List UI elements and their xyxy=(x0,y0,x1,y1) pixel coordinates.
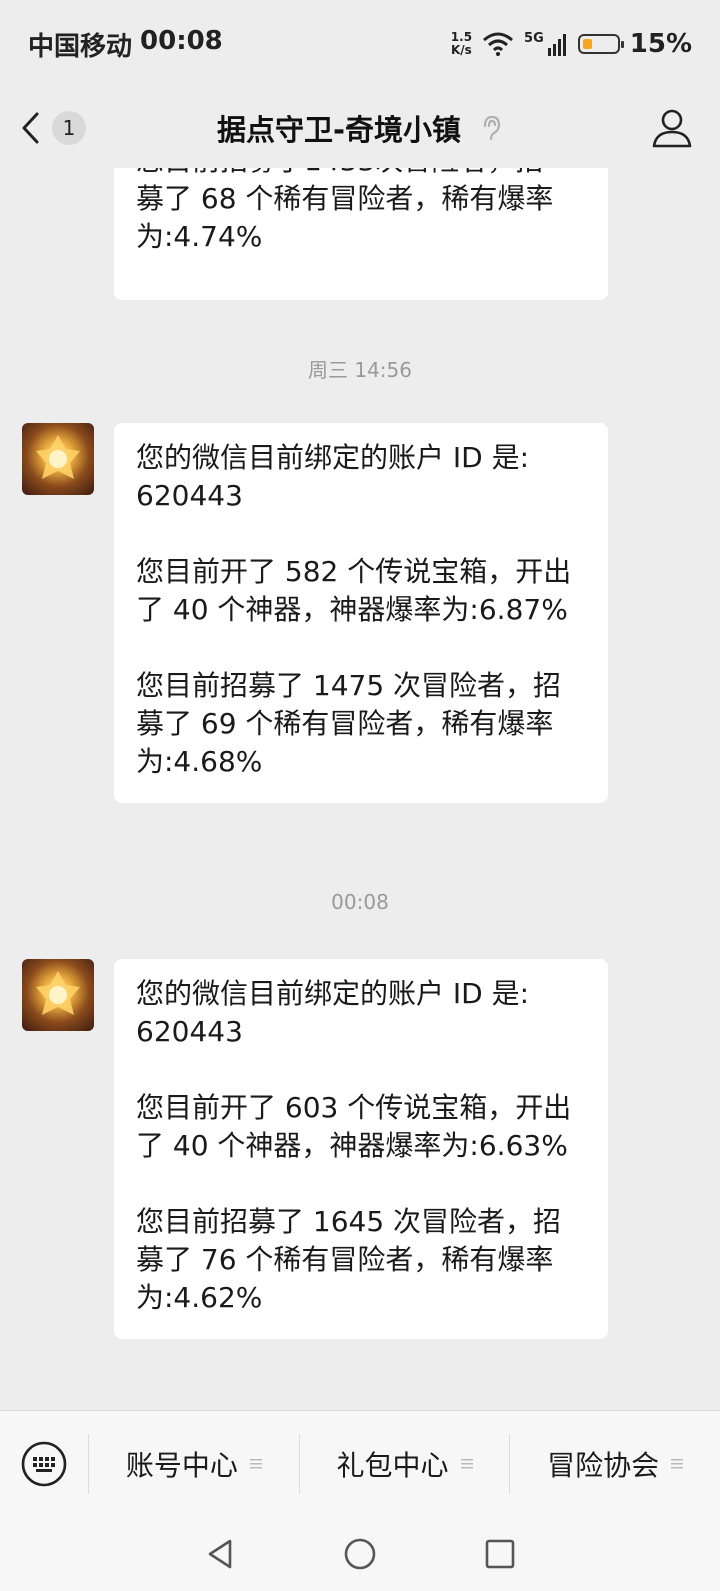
chat-header: 据点守卫-奇境小镇 1 xyxy=(0,88,720,168)
emblem-icon xyxy=(36,435,80,479)
menu-item-label: 账号中心 xyxy=(125,1448,238,1482)
message-line: 您的微信目前绑定的账户 ID 是: xyxy=(136,441,530,474)
back-button[interactable]: 1 xyxy=(20,111,86,145)
system-navigation-bar xyxy=(0,1516,720,1591)
message-line: 为:4.62% xyxy=(136,1281,263,1314)
message-paragraph: 您目前开了 582 个传说宝箱，开出 了 40 个神器，神器爆率为:6.87% xyxy=(136,553,586,629)
message-paragraph: 您的微信目前绑定的账户 ID 是: 620443 xyxy=(136,439,586,515)
signal-icon xyxy=(547,34,566,56)
bot-avatar[interactable] xyxy=(22,959,94,1031)
message-bubble[interactable]: 您的微信目前绑定的账户 ID 是: 620443 您目前开了 603 个传说宝箱… xyxy=(114,959,608,1339)
bot-avatar[interactable] xyxy=(22,423,94,495)
message-line: 您目前招募了1433次冒险者，招 xyxy=(136,168,586,180)
wifi-icon xyxy=(483,32,514,56)
person-icon[interactable] xyxy=(650,106,694,150)
menu-item-gift-center[interactable]: 礼包中心 xyxy=(298,1433,510,1494)
message-line: 为:4.74% xyxy=(136,220,263,253)
status-left: 中国移动 00:08 xyxy=(28,26,223,63)
menu-lines-icon xyxy=(249,1458,262,1468)
battery-icon xyxy=(577,34,624,54)
square-recent-icon[interactable] xyxy=(482,1536,518,1572)
message-paragraph: 您的微信目前绑定的账户 ID 是: 620443 xyxy=(136,975,586,1051)
message-paragraph: 您目前开了 603 个传说宝箱，开出 了 40 个神器，神器爆率为:6.63% xyxy=(136,1089,586,1165)
battery-fill xyxy=(582,39,592,49)
message-line: 募了 68 个稀有冒险者，稀有爆率 xyxy=(136,182,554,215)
chat-title: 据点守卫-奇境小镇 xyxy=(216,113,462,147)
menu-lines-icon xyxy=(460,1458,473,1468)
status-right: 1.5 K/s 5G 15% xyxy=(451,29,692,59)
message-bubble[interactable]: 您的微信目前绑定的账户 ID 是: 620443 您目前开了 582 个传说宝箱… xyxy=(114,423,608,803)
menu-lines-icon xyxy=(671,1458,684,1468)
chat-screen: 中国移动 00:08 1.5 K/s 5G 15% 据点守卫-奇境小镇 1 募了… xyxy=(0,0,720,1591)
message-line: 了 40 个神器，神器爆率为:6.87% xyxy=(136,593,568,626)
message-paragraph: 您目前招募了 1475 次冒险者，招 募了 69 个稀有冒险者，稀有爆率 为:4… xyxy=(136,667,586,781)
account-id: 620443 xyxy=(136,1015,243,1048)
circle-home-icon[interactable] xyxy=(342,1536,378,1572)
title-center: 据点守卫-奇境小镇 xyxy=(0,88,720,168)
clock: 00:08 xyxy=(140,25,223,56)
keyboard-toggle-button[interactable] xyxy=(0,1411,88,1516)
message-line: 募了 69 个稀有冒险者，稀有爆率 xyxy=(136,707,554,740)
menu-item-label: 冒险协会 xyxy=(547,1448,660,1482)
message-line: 您目前开了 582 个传说宝箱，开出 xyxy=(136,555,572,588)
message-timestamp: 周三 14:56 xyxy=(308,358,412,382)
account-id: 620443 xyxy=(136,479,243,512)
ear-icon xyxy=(483,115,501,141)
message-line: 您的微信目前绑定的账户 ID 是: xyxy=(136,977,530,1010)
status-bar: 中国移动 00:08 1.5 K/s 5G 15% xyxy=(0,0,720,88)
emblem-icon xyxy=(36,971,80,1015)
battery-percent: 15% xyxy=(629,29,692,59)
message-line: 为:4.68% xyxy=(136,745,263,778)
keyboard-icon xyxy=(21,1441,67,1486)
chevron-left-icon xyxy=(22,112,39,144)
menu-item-account-center[interactable]: 账号中心 xyxy=(88,1433,299,1494)
unread-count-badge: 1 xyxy=(52,111,86,145)
menu-item-adventure-guild[interactable]: 冒险协会 xyxy=(509,1433,720,1494)
net-speed: 1.5 K/s xyxy=(451,31,472,57)
message-line: 您目前开了 603 个传说宝箱，开出 xyxy=(136,1091,572,1124)
net-speed-unit: K/s xyxy=(451,43,472,57)
message-line: 了 40 个神器，神器爆率为:6.63% xyxy=(136,1129,568,1162)
triangle-back-icon[interactable] xyxy=(202,1536,238,1572)
message-line: 您目前招募了 1475 次冒险者，招 xyxy=(136,669,562,702)
message-list[interactable]: 您目前招募了1433次冒险者，招 募了 68 个稀有冒险者，稀有爆率 为:4.7… xyxy=(0,168,720,1410)
message-paragraph: 您目前招募了 1645 次冒险者，招 募了 76 个稀有冒险者，稀有爆率 为:4… xyxy=(136,1203,586,1317)
network-type: 5G xyxy=(524,30,544,46)
message-bubble[interactable]: 您目前招募了1433次冒险者，招 募了 68 个稀有冒险者，稀有爆率 为:4.7… xyxy=(114,168,608,300)
message-line: 募了 76 个稀有冒险者，稀有爆率 xyxy=(136,1243,554,1276)
message-timestamp: 00:08 xyxy=(331,890,389,914)
message-line: 您目前招募了 1645 次冒险者，招 xyxy=(136,1205,562,1238)
menu-item-label: 礼包中心 xyxy=(336,1448,449,1482)
official-account-menu: 账号中心 礼包中心 冒险协会 xyxy=(0,1410,720,1516)
carrier-name: 中国移动 xyxy=(28,31,133,62)
